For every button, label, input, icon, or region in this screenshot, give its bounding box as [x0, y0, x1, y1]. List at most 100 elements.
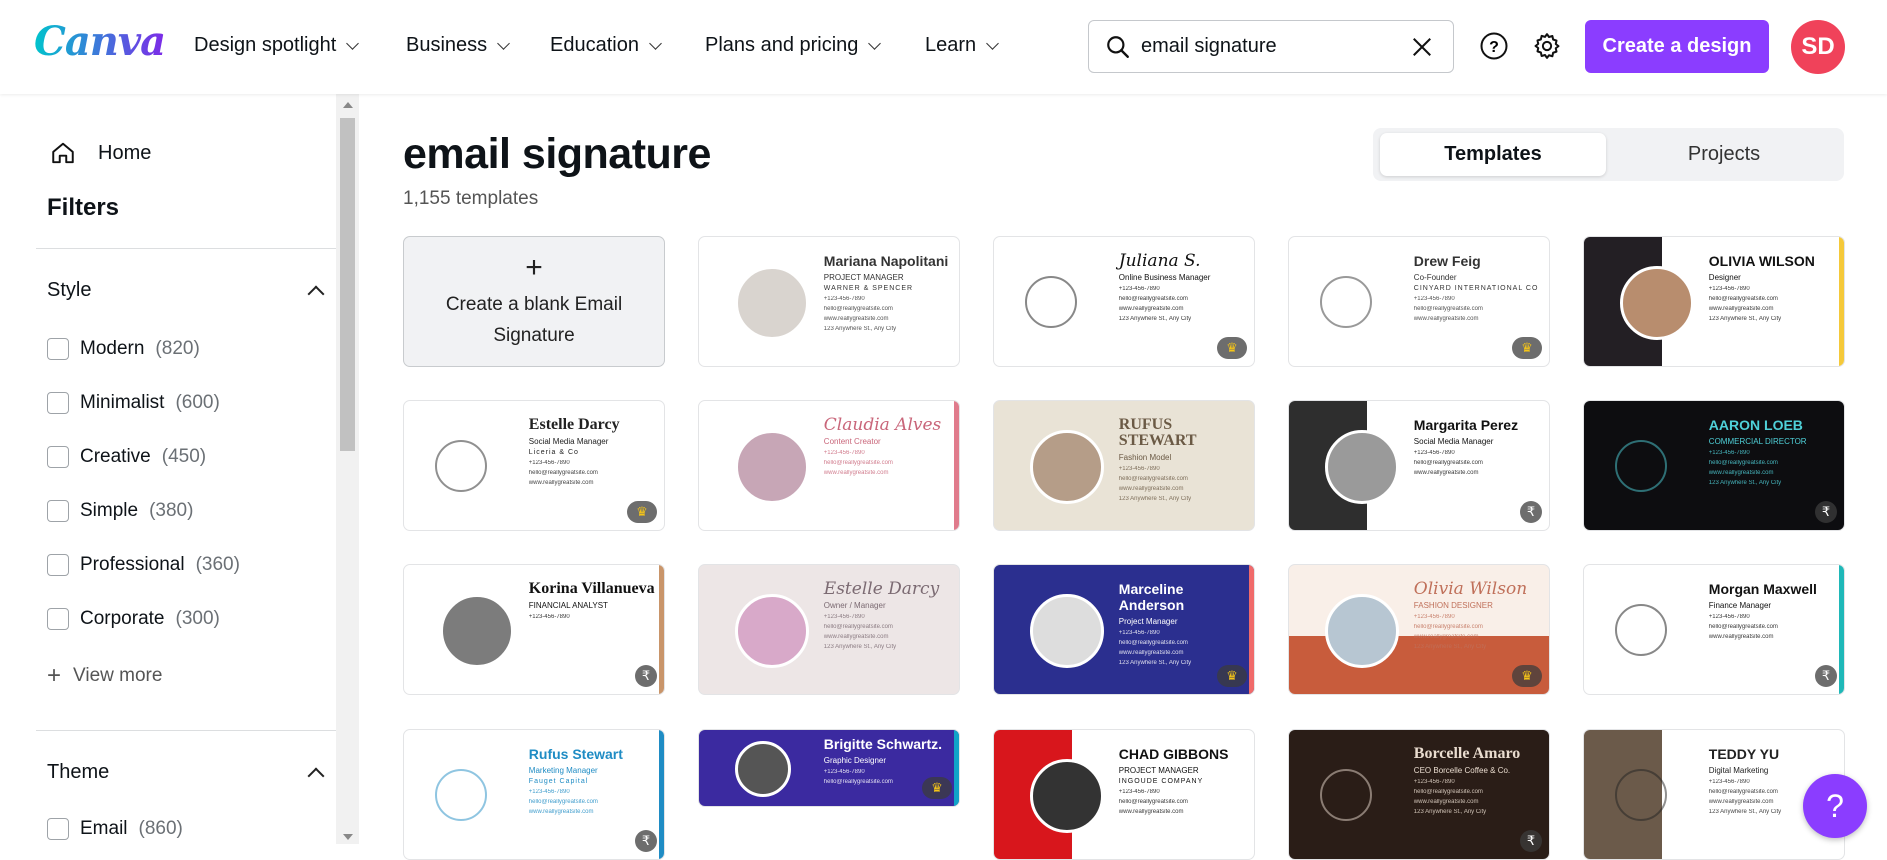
- svg-text:?: ?: [1489, 39, 1499, 56]
- scrollbar-thumb[interactable]: [340, 118, 355, 451]
- template-count: 1,155 templates: [403, 188, 539, 209]
- tab-templates[interactable]: Templates: [1380, 133, 1606, 176]
- template-card[interactable]: Drew Feig Co-Founder CINYARD INTERNATIONAL…: [1288, 236, 1550, 367]
- card-company: Fauget Capital: [528, 778, 589, 785]
- settings-button[interactable]: [1532, 31, 1562, 61]
- help-button[interactable]: ?: [1479, 31, 1509, 61]
- card-contact-line: +123-456-7890: [1118, 630, 1160, 636]
- template-card[interactable]: Borcelle Amaro CEO Borcelle Coffee & Co. +…: [1288, 729, 1550, 860]
- tab-projects[interactable]: Projects: [1611, 133, 1837, 176]
- filter-count: (450): [161, 446, 207, 467]
- template-card[interactable]: Estelle Darcy Social Media Manager Liceria…: [403, 400, 665, 531]
- search-input[interactable]: [1141, 35, 1411, 58]
- template-card[interactable]: Korina Villanueva FINANCIAL ANALYST +123-4…: [403, 564, 665, 695]
- rupee-paid-icon: ₹: [1815, 665, 1837, 687]
- template-card[interactable]: Rufus Stewart Marketing Manager Fauget Cap…: [403, 729, 665, 860]
- card-contact-line: 123 Anywhere St., Any City: [1118, 316, 1192, 322]
- card-role: Online Business Manager: [1118, 273, 1211, 282]
- template-card[interactable]: OLIVIA WILSON Designer +123-456-7890 hello@…: [1583, 236, 1845, 367]
- card-accent-bar: [1839, 565, 1844, 694]
- card-contact-line: www.reallygreatsite.com: [528, 809, 594, 815]
- card-accent-bar: [954, 401, 959, 530]
- template-card[interactable]: Mariana Napolitani PROJECT MANAGER WARNER …: [698, 236, 960, 367]
- template-card[interactable]: Marceline Anderson Project Manager +123-45…: [993, 564, 1255, 695]
- filter-creative[interactable]: Creative (450): [47, 446, 206, 468]
- card-contact-line: +123-456-7890: [1118, 789, 1160, 795]
- create-design-button[interactable]: Create a design: [1585, 20, 1769, 73]
- checkbox[interactable]: [47, 818, 69, 840]
- theme-section-toggle[interactable]: Theme: [47, 761, 325, 784]
- card-contact-line: www.reallygreatsite.com: [823, 470, 889, 476]
- rupee-paid-icon: ₹: [635, 665, 657, 687]
- clear-search-icon[interactable]: [1411, 36, 1433, 58]
- nav-business[interactable]: Business: [406, 34, 512, 57]
- card-accent-bar: [659, 565, 664, 694]
- template-card[interactable]: RUFUS STEWART Fashion Model +123-456-7890 h…: [993, 400, 1255, 531]
- card-name: Marceline Anderson: [1118, 581, 1185, 613]
- sidebar-scrollbar[interactable]: [336, 94, 359, 844]
- card-text: CHAD GIBBONS PROJECT MANAGER INGOUDE COMPA…: [1119, 746, 1246, 815]
- card-company: CINYARD INTERNATIONAL CO: [1413, 285, 1539, 292]
- style-section-toggle[interactable]: Style: [47, 279, 325, 302]
- template-card[interactable]: Claudia Alves Content Creator +123-456-789…: [698, 400, 960, 531]
- home-link[interactable]: Home: [50, 140, 151, 166]
- card-name: Margarita Perez: [1413, 417, 1519, 433]
- chevron-up-icon: [307, 767, 325, 784]
- card-role: Digital Marketing: [1708, 766, 1769, 775]
- filter-email[interactable]: Email (860): [47, 818, 183, 840]
- logo-mark: [1615, 604, 1668, 656]
- scroll-down-arrow-icon[interactable]: [343, 834, 353, 840]
- nav-learn[interactable]: Learn: [925, 34, 1001, 57]
- card-contact-line: 123 Anywhere St., Any City: [1118, 496, 1192, 502]
- create-blank-button[interactable]: + Create a blank Email Signature: [403, 236, 665, 367]
- filter-simple[interactable]: Simple (380): [47, 500, 193, 522]
- card-contact-line: www.reallygreatsite.com: [823, 634, 889, 640]
- filter-professional[interactable]: Professional (360): [47, 554, 240, 576]
- divider: [36, 730, 336, 731]
- checkbox[interactable]: [47, 392, 69, 414]
- template-card[interactable]: Estelle Darcy Owner / Manager +123-456-789…: [698, 564, 960, 695]
- checkbox[interactable]: [47, 338, 69, 360]
- card-name: Korina Villanueva: [528, 580, 655, 597]
- card-text: Juliana S. Online Business Manager +123-45…: [1118, 253, 1246, 323]
- chevron-down-icon: [346, 36, 360, 50]
- floating-help-button[interactable]: ?: [1803, 774, 1867, 838]
- user-avatar[interactable]: SD: [1791, 20, 1845, 74]
- template-card[interactable]: Brigitte Schwartz. Graphic Designer +123-4…: [698, 729, 960, 807]
- template-card[interactable]: Morgan Maxwell Finance Manager +123-456-78…: [1583, 564, 1845, 695]
- filter-modern[interactable]: Modern (820): [47, 338, 200, 360]
- nav-education[interactable]: Education: [550, 34, 664, 57]
- checkbox[interactable]: [47, 554, 69, 576]
- search-icon[interactable]: [1105, 34, 1131, 60]
- template-card[interactable]: Juliana S. Online Business Manager +123-45…: [993, 236, 1255, 367]
- card-role: FASHION DESIGNER: [1413, 601, 1493, 610]
- filter-count: (820): [155, 338, 200, 359]
- card-contact-line: +123-456-7890: [1118, 466, 1160, 472]
- card-role: Marketing Manager: [528, 766, 598, 775]
- nav-design-spotlight[interactable]: Design spotlight: [194, 34, 361, 57]
- template-card[interactable]: CHAD GIBBONS PROJECT MANAGER INGOUDE COMPA…: [993, 729, 1255, 860]
- card-contact-line: +123-456-7890: [1118, 286, 1160, 292]
- card-name: CHAD GIBBONS: [1118, 746, 1229, 762]
- nav-plans-pricing[interactable]: Plans and pricing: [705, 34, 883, 57]
- card-role: CEO Borcelle Coffee & Co.: [1413, 766, 1511, 775]
- nav-label: Design spotlight: [194, 34, 337, 56]
- template-card[interactable]: Margarita Perez Social Media Manager +123-…: [1288, 400, 1550, 531]
- canva-logo[interactable]: Canva: [34, 18, 166, 65]
- profile-photo: [1030, 758, 1105, 833]
- plus-icon: +: [525, 250, 543, 284]
- card-contact-line: www.reallygreatsite.com: [1118, 650, 1184, 656]
- template-card[interactable]: AARON LOEB COMMERCIAL DIRECTOR +123-456-78…: [1583, 400, 1845, 531]
- scroll-up-arrow-icon[interactable]: [343, 102, 353, 108]
- card-contact-line: www.reallygreatsite.com: [823, 316, 889, 322]
- checkbox[interactable]: [47, 500, 69, 522]
- checkbox[interactable]: [47, 608, 69, 630]
- card-text: RUFUS STEWART Fashion Model +123-456-7890 h…: [1118, 417, 1246, 503]
- filter-corporate[interactable]: Corporate (300): [47, 608, 220, 630]
- filter-minimalist[interactable]: Minimalist (600): [47, 392, 220, 414]
- card-name: Drew Feig: [1413, 253, 1481, 269]
- view-more-button[interactable]: + View more: [47, 662, 162, 690]
- checkbox[interactable]: [47, 446, 69, 468]
- template-card[interactable]: Olivia Wilson FASHION DESIGNER +123-456-78…: [1288, 564, 1550, 695]
- card-role: COMMERCIAL DIRECTOR: [1708, 437, 1807, 446]
